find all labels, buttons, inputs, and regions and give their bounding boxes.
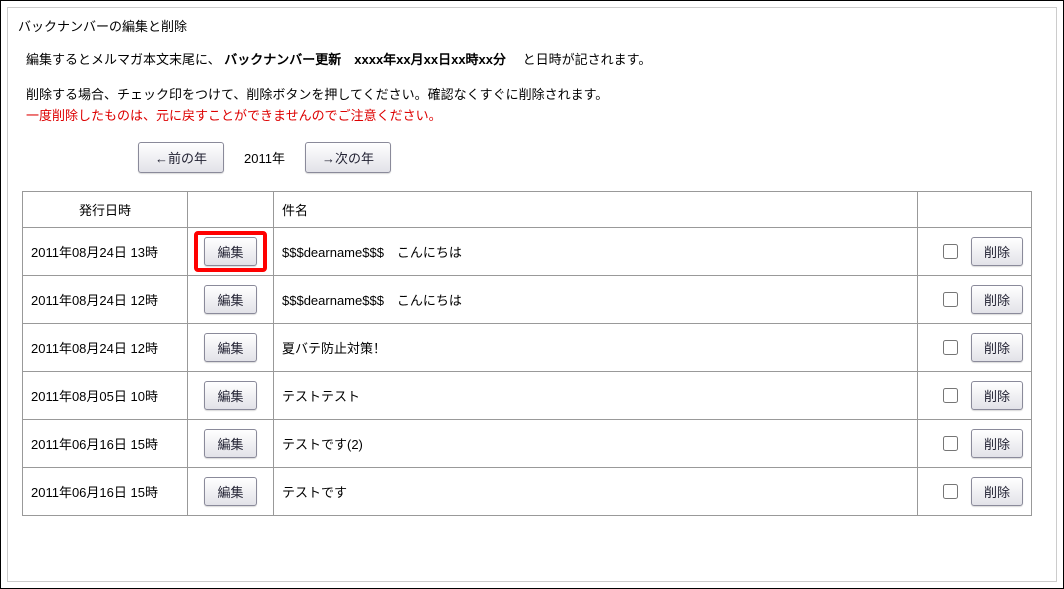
- edit-button[interactable]: 編集: [204, 429, 256, 458]
- delete-button[interactable]: 削除: [971, 381, 1023, 410]
- edit-button[interactable]: 編集: [204, 285, 256, 314]
- intro-delete-note: 削除する場合、チェック印をつけて、削除ボタンを押してください。確認なくすぐに削除…: [26, 84, 1046, 103]
- delete-button[interactable]: 削除: [971, 285, 1023, 314]
- intro-line1-post: と日時が記されます。: [510, 52, 652, 67]
- header-delete: [918, 192, 1032, 228]
- intro-line1-bold: バックナンバー更新 xxxx年xx月xx日xx時xx分: [224, 52, 506, 67]
- table-row: 2011年08月24日 12時編集夏バテ防止対策！ 削除: [23, 324, 1032, 372]
- table-row: 2011年06月16日 15時編集テストです(2) 削除: [23, 420, 1032, 468]
- edit-button[interactable]: 編集: [204, 381, 256, 410]
- year-navigation: ←前の年 2011年 →次の年: [18, 142, 1046, 173]
- delete-checkbox[interactable]: [943, 436, 958, 451]
- delete-checkbox[interactable]: [943, 244, 958, 259]
- delete-cell: 削除: [918, 228, 1032, 276]
- header-edit: [188, 192, 274, 228]
- highlight-marker: 編集: [194, 231, 266, 272]
- publish-date-cell: 2011年08月24日 12時: [23, 324, 188, 372]
- delete-button[interactable]: 削除: [971, 429, 1023, 458]
- panel-title: バックナンバーの編集と削除: [18, 16, 1046, 35]
- delete-button[interactable]: 削除: [971, 477, 1023, 506]
- table-row: 2011年08月05日 10時編集テストテスト 削除: [23, 372, 1032, 420]
- delete-cell: 削除: [918, 276, 1032, 324]
- delete-cell: 削除: [918, 468, 1032, 516]
- prev-year-button[interactable]: ←前の年: [138, 142, 224, 173]
- edit-button[interactable]: 編集: [204, 237, 256, 266]
- current-year-label: 2011年: [244, 148, 285, 167]
- edit-cell: 編集: [188, 228, 274, 276]
- subject-cell: $$$dearname$$$ こんにちは: [274, 276, 918, 324]
- edit-cell: 編集: [188, 276, 274, 324]
- edit-button[interactable]: 編集: [204, 333, 256, 362]
- delete-checkbox[interactable]: [943, 484, 958, 499]
- edit-cell: 編集: [188, 468, 274, 516]
- table-row: 2011年06月16日 15時編集テストです 削除: [23, 468, 1032, 516]
- header-subject: 件名: [274, 192, 918, 228]
- edit-button[interactable]: 編集: [204, 477, 256, 506]
- next-year-button[interactable]: →次の年: [305, 142, 391, 173]
- subject-cell: テストです(2): [274, 420, 918, 468]
- edit-cell: 編集: [188, 420, 274, 468]
- subject-cell: テストです: [274, 468, 918, 516]
- delete-checkbox[interactable]: [943, 388, 958, 403]
- table-row: 2011年08月24日 12時編集 $$$dearname$$$ こんにちは 削除: [23, 276, 1032, 324]
- publish-date-cell: 2011年06月16日 15時: [23, 420, 188, 468]
- subject-cell: $$$dearname$$$ こんにちは: [274, 228, 918, 276]
- intro-edit-note: 編集するとメルマガ本文末尾に、 バックナンバー更新 xxxx年xx月xx日xx時…: [26, 49, 1046, 68]
- delete-cell: 削除: [918, 420, 1032, 468]
- delete-checkbox[interactable]: [943, 340, 958, 355]
- backnumber-table: 発行日時 件名 2011年08月24日 13時編集$$$dearname$$$ …: [22, 191, 1032, 516]
- edit-cell: 編集: [188, 372, 274, 420]
- delete-cell: 削除: [918, 324, 1032, 372]
- publish-date-cell: 2011年08月24日 13時: [23, 228, 188, 276]
- subject-cell: 夏バテ防止対策！: [274, 324, 918, 372]
- intro-line1-pre: 編集するとメルマガ本文末尾に、: [26, 52, 221, 67]
- subject-cell: テストテスト: [274, 372, 918, 420]
- intro-warning: 一度削除したものは、元に戻すことができませんのでご注意ください。: [26, 105, 1046, 124]
- table-row: 2011年08月24日 13時編集 $$$dearname$$$ こんにちは 削除: [23, 228, 1032, 276]
- publish-date-cell: 2011年08月24日 12時: [23, 276, 188, 324]
- edit-cell: 編集: [188, 324, 274, 372]
- publish-date-cell: 2011年08月05日 10時: [23, 372, 188, 420]
- delete-cell: 削除: [918, 372, 1032, 420]
- header-publish-date: 発行日時: [23, 192, 188, 228]
- delete-button[interactable]: 削除: [971, 333, 1023, 362]
- publish-date-cell: 2011年06月16日 15時: [23, 468, 188, 516]
- delete-button[interactable]: 削除: [971, 237, 1023, 266]
- delete-checkbox[interactable]: [943, 292, 958, 307]
